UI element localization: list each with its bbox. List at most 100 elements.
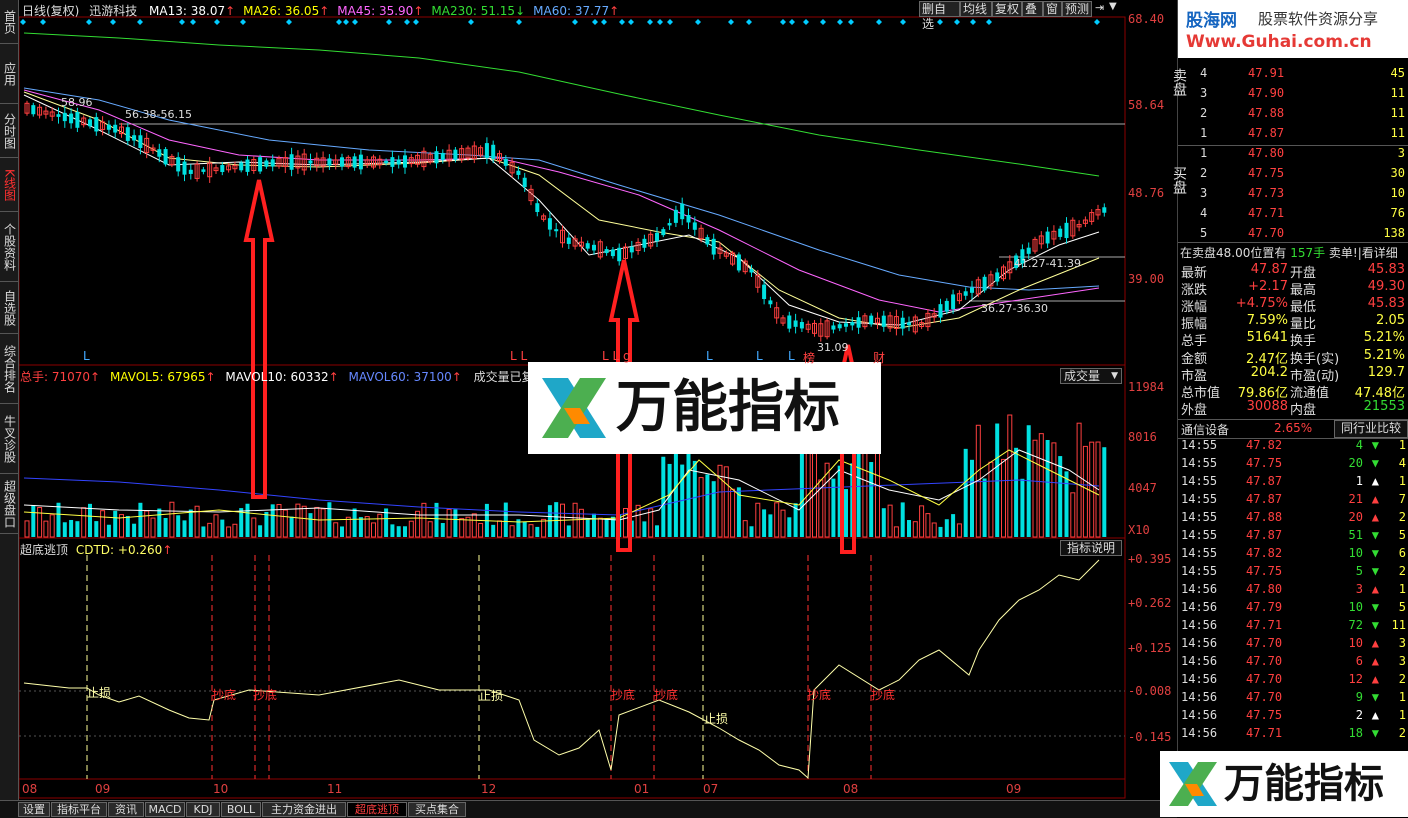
volume-bar bbox=[282, 509, 288, 538]
order-level[interactable]: 1 47.87 11 bbox=[1178, 126, 1408, 146]
bottom-tab-0[interactable]: 设置 bbox=[18, 802, 50, 817]
order-level[interactable]: 2 47.75 30 bbox=[1178, 166, 1408, 186]
bottom-tab-7[interactable]: 超底逃顶 bbox=[347, 802, 407, 817]
order-notice[interactable]: 在卖盘48.00位置有 157手 卖单!|看详细 bbox=[1180, 244, 1408, 261]
indicator-help-button[interactable]: 指标说明 bbox=[1060, 540, 1122, 556]
bottom-tab-1[interactable]: 指标平台 bbox=[51, 802, 107, 817]
price-annotation: 31.09 bbox=[817, 341, 849, 354]
tick-row: 14:56 47.70 10 ▲ 3 bbox=[1181, 636, 1406, 650]
toolbar-btn-0[interactable]: 删自选 bbox=[919, 1, 960, 31]
bottom-tab-2[interactable]: 资讯 bbox=[108, 802, 144, 817]
candle-body bbox=[844, 323, 848, 327]
candle-body bbox=[944, 300, 949, 312]
toolbar-btn-3[interactable]: 叠 bbox=[1022, 1, 1043, 17]
bottom-tab-6[interactable]: 主力资金进出 bbox=[262, 802, 346, 817]
nav-item-5[interactable]: 自选股 bbox=[0, 282, 18, 334]
date-tick: 12 bbox=[481, 782, 497, 796]
event-marker[interactable]: 榜 bbox=[803, 349, 815, 366]
ma-4: MA60: 37.77 bbox=[533, 4, 610, 18]
volume-dropdown[interactable]: 成交量 ▼ bbox=[1060, 368, 1122, 384]
nav-item-6[interactable]: 综合排名 bbox=[0, 334, 18, 404]
candle-body bbox=[692, 222, 697, 230]
volume-bar bbox=[528, 524, 534, 538]
order-level[interactable]: 1 47.80 3 bbox=[1178, 146, 1408, 166]
volume-bar bbox=[938, 526, 943, 537]
price-annotation: 58.96 bbox=[61, 96, 93, 109]
signal-buy: 抄底 bbox=[212, 688, 237, 702]
candle-body bbox=[176, 157, 181, 172]
toolbar-btn-1[interactable]: 均线 bbox=[960, 1, 992, 17]
down-arrow-icon: ▼ bbox=[1371, 546, 1379, 560]
toolbar-btn-4[interactable]: 窗 bbox=[1043, 1, 1062, 17]
nav-item-7[interactable]: 牛叉诊股 bbox=[0, 404, 18, 474]
nav-item-1[interactable]: 应用 bbox=[0, 44, 18, 104]
up-arrow-icon: ↑ bbox=[609, 4, 620, 18]
bottom-tab-4[interactable]: KDJ bbox=[186, 802, 220, 817]
event-marker[interactable]: 财 bbox=[873, 349, 885, 366]
down-arrow-icon: ▼ bbox=[1371, 564, 1379, 578]
indicator-tick: +0.262 bbox=[1128, 596, 1172, 610]
candle-body bbox=[264, 160, 269, 167]
volume-bar bbox=[113, 510, 118, 537]
chevron-down-icon: ▼ bbox=[1111, 371, 1118, 381]
candle-body bbox=[705, 237, 710, 245]
toolbar-btn-5[interactable]: 预测 bbox=[1062, 1, 1092, 17]
volume-bar bbox=[592, 513, 596, 537]
nav-item-3[interactable]: K线图 bbox=[0, 158, 18, 212]
overlay-logo-corner: 万能指标 bbox=[1160, 751, 1408, 817]
nav-item-8[interactable]: 超级盘口 bbox=[0, 474, 18, 534]
candle-body bbox=[440, 152, 445, 160]
stat-value: 45.83 bbox=[1367, 262, 1405, 277]
event-marker[interactable]: L bbox=[788, 349, 795, 363]
volume-bar bbox=[755, 502, 761, 538]
volume-bar bbox=[301, 505, 307, 538]
event-marker[interactable]: L L g bbox=[602, 349, 631, 363]
signal-buy: 抄底 bbox=[611, 688, 636, 702]
volume-bar bbox=[503, 502, 508, 537]
order-level[interactable]: 3 47.90 11 bbox=[1178, 86, 1408, 106]
stat-value: 21553 bbox=[1363, 398, 1405, 414]
order-level[interactable]: 2 47.88 11 bbox=[1178, 106, 1408, 126]
candle-body bbox=[358, 154, 363, 170]
signal-diamond bbox=[286, 19, 292, 25]
peer-compare-button[interactable]: 同行业比较 bbox=[1334, 420, 1408, 438]
event-marker[interactable]: L bbox=[706, 349, 713, 363]
signal-diamond bbox=[876, 19, 882, 25]
bottom-tab-8[interactable]: 买点集合 bbox=[408, 802, 466, 817]
volume-bar bbox=[856, 452, 861, 537]
candle-body bbox=[384, 160, 389, 164]
volume-bar bbox=[686, 445, 691, 537]
candle-body bbox=[340, 157, 344, 167]
candle-body bbox=[869, 315, 874, 325]
price-annotation: 41.27-41.39 bbox=[1014, 257, 1081, 270]
nav-item-2[interactable]: 分时图 bbox=[0, 104, 18, 158]
toolbar-btn-2[interactable]: 复权 bbox=[992, 1, 1022, 17]
event-marker[interactable]: L L bbox=[510, 349, 527, 363]
event-marker[interactable]: L bbox=[83, 349, 90, 363]
volume-bar bbox=[749, 526, 754, 537]
tick-row: 14:55 47.82 10 ▼ 6 bbox=[1181, 546, 1406, 560]
price-tick: 58.64 bbox=[1128, 98, 1165, 112]
bottom-tab-3[interactable]: MACD bbox=[145, 802, 185, 817]
order-level[interactable]: 4 47.91 45 bbox=[1178, 66, 1408, 86]
volume-bar bbox=[75, 521, 80, 537]
signal-diamond bbox=[572, 19, 578, 25]
order-level[interactable]: 5 47.70 138 bbox=[1178, 226, 1408, 246]
toolbar-end-icon[interactable]: ⇥ bbox=[1095, 1, 1105, 17]
stat-value: 51641 bbox=[1246, 330, 1288, 346]
tick-row: 14:55 47.75 20 ▼ 4 bbox=[1181, 456, 1406, 470]
order-level[interactable]: 3 47.73 10 bbox=[1178, 186, 1408, 206]
order-level[interactable]: 4 47.71 76 bbox=[1178, 206, 1408, 226]
candle-body bbox=[289, 154, 294, 170]
chevron-down-icon[interactable]: ▼ bbox=[1109, 1, 1121, 17]
volume-bar bbox=[956, 523, 962, 538]
nav-item-4[interactable]: 个股资料 bbox=[0, 212, 18, 282]
event-marker[interactable]: L bbox=[756, 349, 763, 363]
candle-body bbox=[592, 244, 596, 251]
period-label[interactable]: 日线(复权) bbox=[22, 4, 79, 18]
stat-value: 47.87 bbox=[1250, 262, 1288, 277]
bottom-tab-5[interactable]: BOLL bbox=[221, 802, 261, 817]
nav-item-0[interactable]: 首页 bbox=[0, 0, 18, 44]
order-notice-link[interactable]: 卖单!|看详细 bbox=[1329, 246, 1398, 260]
candle-body bbox=[1102, 207, 1107, 213]
